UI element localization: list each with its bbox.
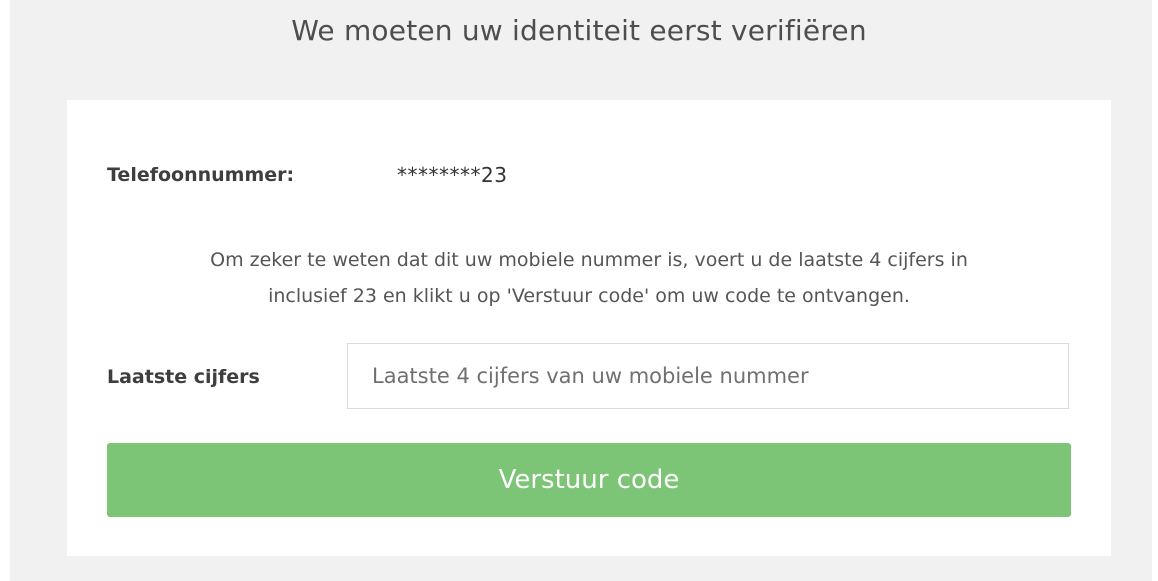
instructions-line: inclusief 23 en klikt u op 'Verstuur cod… [268, 285, 910, 307]
verification-card: Telefoonnummer: ********23 Om zeker te w… [67, 100, 1111, 556]
masked-phone-number: ********23 [397, 163, 508, 187]
instructions-line: Om zeker te weten dat dit uw mobiele num… [210, 249, 968, 271]
instructions-text: Om zeker te weten dat dit uw mobiele num… [67, 242, 1111, 314]
send-code-button[interactable]: Verstuur code [107, 443, 1071, 517]
last-digits-row: Laatste cijfers [107, 343, 1071, 411]
last-digits-label: Laatste cijfers [107, 366, 260, 388]
phone-number-label: Telefoonnummer: [107, 164, 295, 186]
page-title: We moeten uw identiteit eerst verifiëren [291, 14, 867, 47]
last-digits-input[interactable] [347, 343, 1069, 409]
phone-number-row: Telefoonnummer: ********23 [107, 160, 507, 190]
